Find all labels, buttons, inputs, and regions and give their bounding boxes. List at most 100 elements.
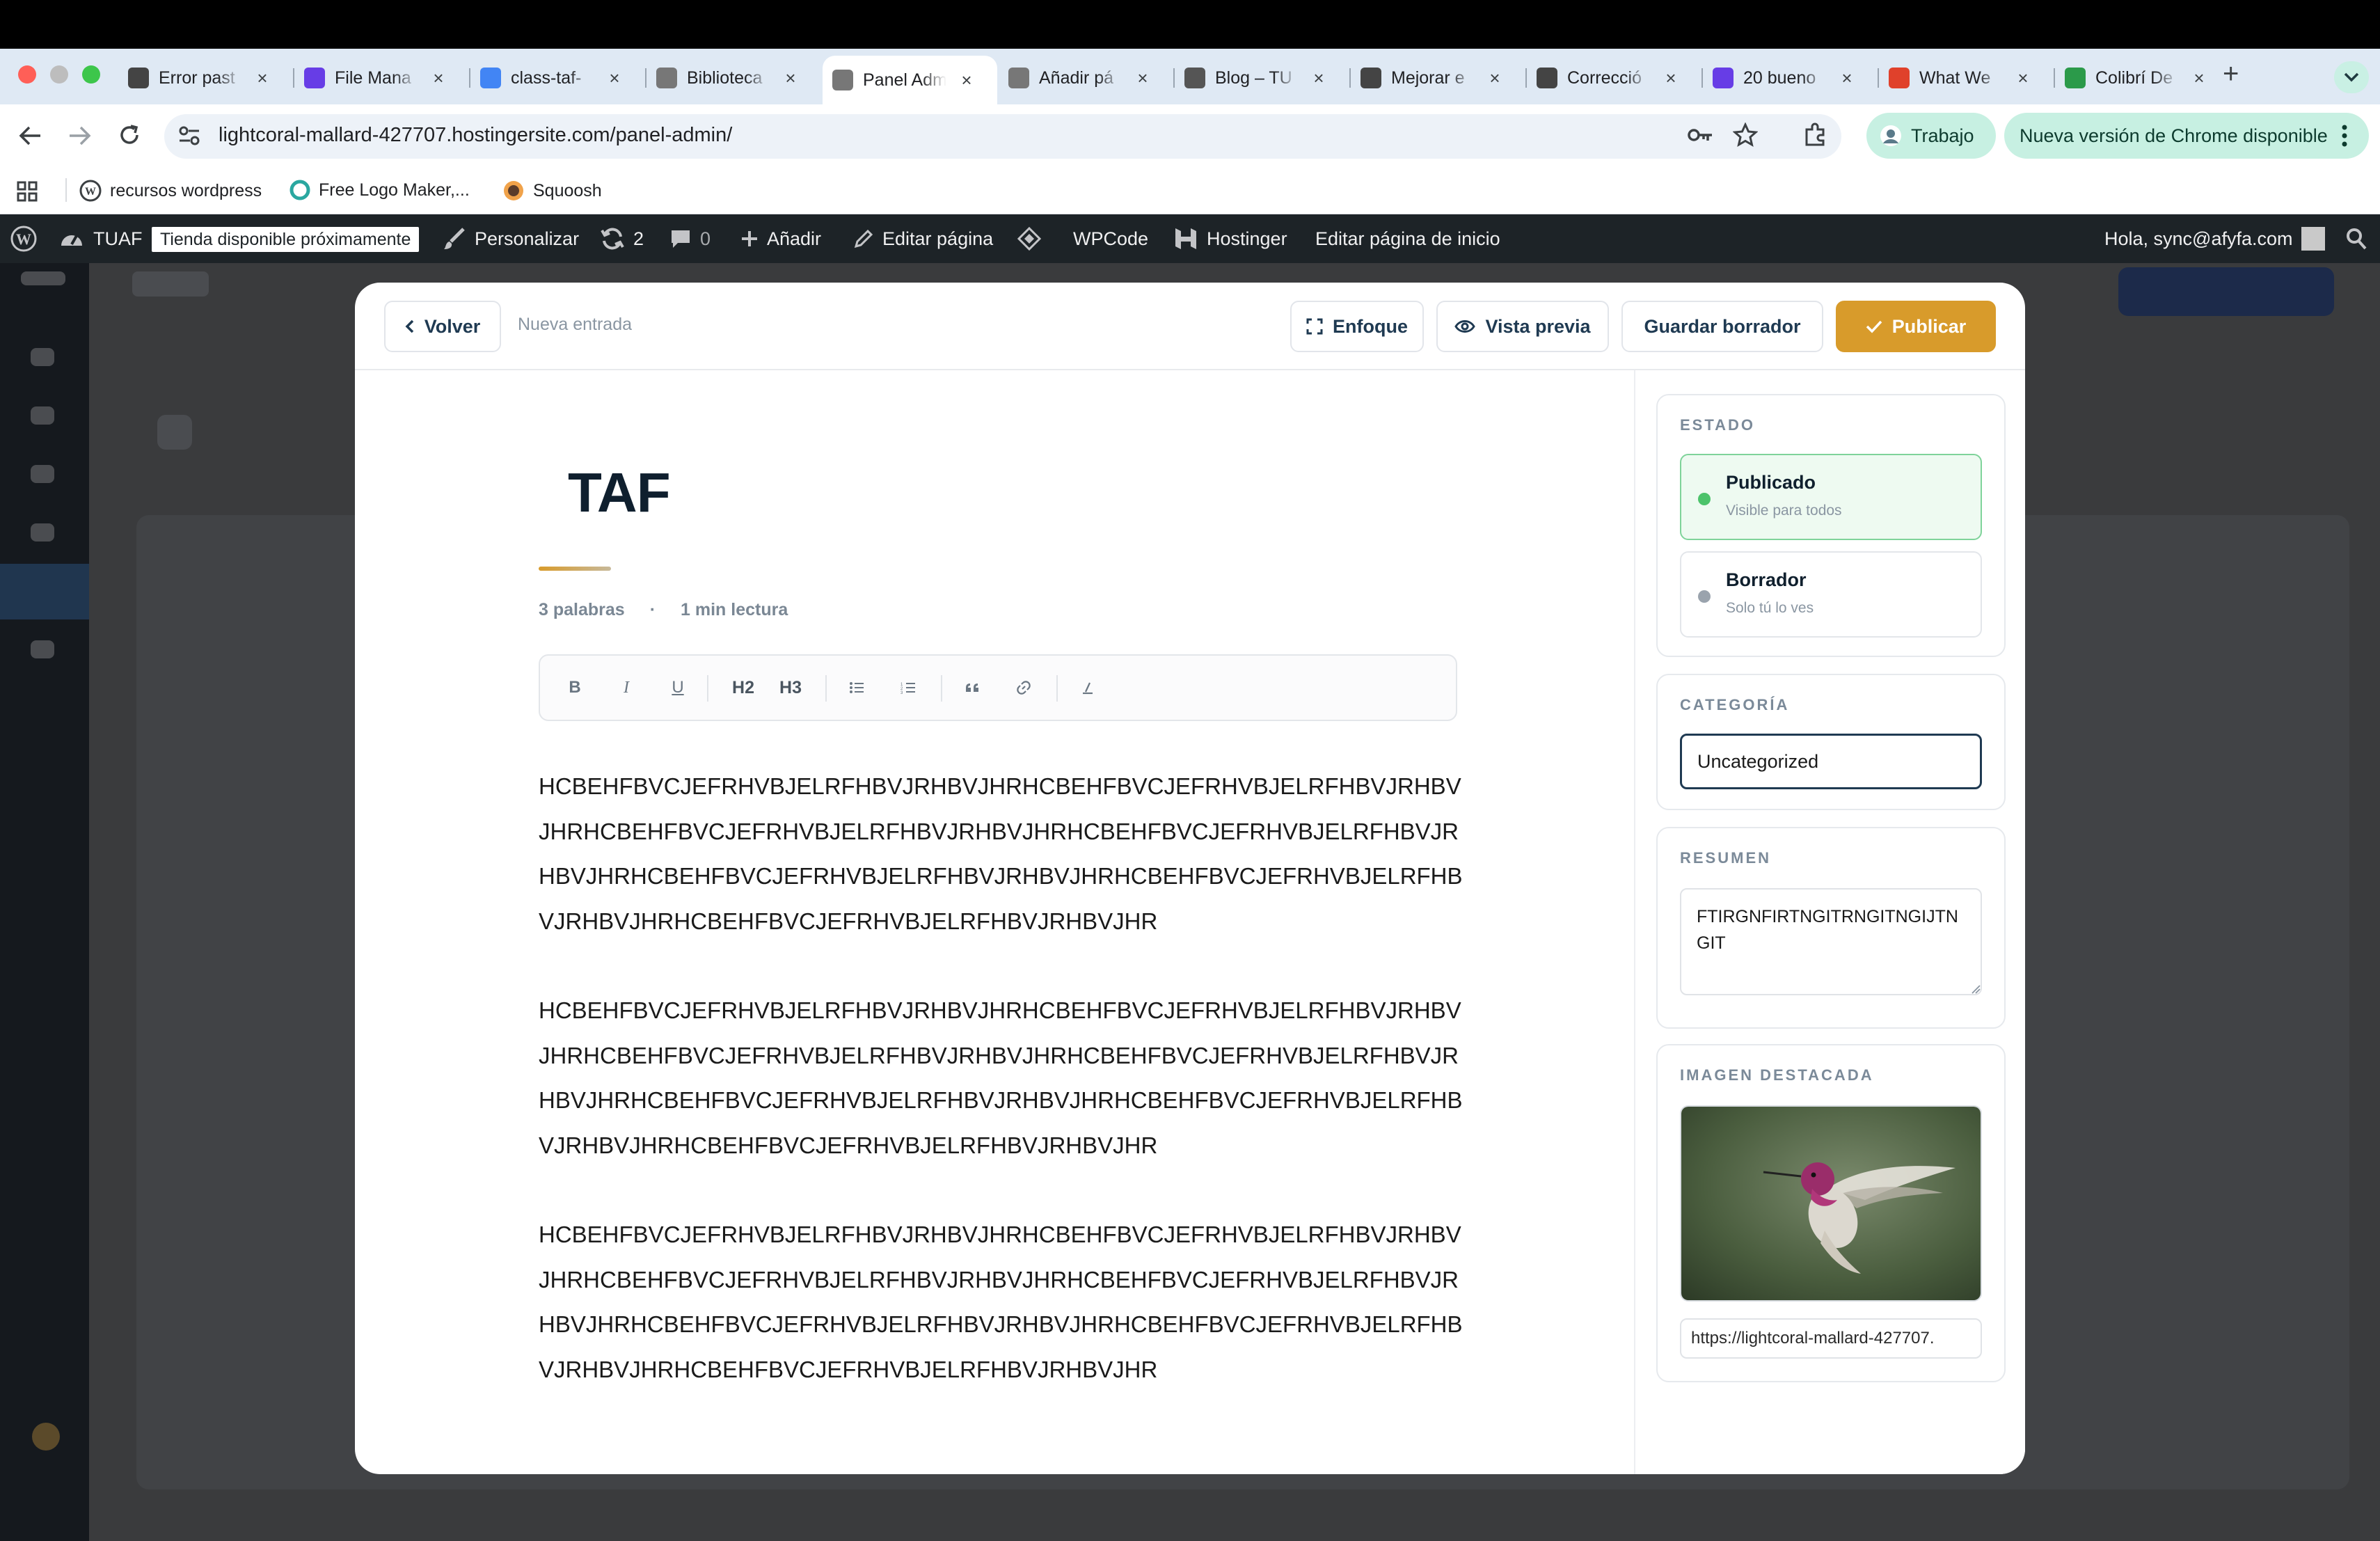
browser-tab[interactable]: Mejorar e × [1351, 57, 1525, 99]
content-paragraph[interactable]: HCBEHFBVCJEFRHVBJELRFHBVJRHBVJHRHCBEHFBV… [539, 1212, 1464, 1392]
featured-image-heading: IMAGEN DESTACADA [1680, 1066, 1874, 1084]
profile-avatar-icon [1879, 124, 1903, 148]
status-option-published[interactable]: Publicado Visible para todos [1680, 454, 1982, 540]
reload-icon[interactable] [118, 124, 141, 146]
heading3-button[interactable]: H3 [770, 656, 811, 720]
tab-close-icon[interactable]: × [956, 70, 977, 91]
site-name-menu[interactable]: TUAF [58, 214, 143, 263]
hostinger-logo-icon [1173, 226, 1198, 251]
store-status-badge[interactable]: Tienda disponible próximamente [152, 227, 420, 252]
bookmark-recursos-wordpress[interactable]: W recursos wordpress [79, 180, 262, 202]
diamond-menu[interactable] [1017, 214, 1041, 263]
bookmark-free-logo-maker[interactable]: Free Logo Maker,... [289, 180, 470, 200]
browser-tab[interactable]: Colibrí De × [2055, 57, 2230, 99]
tab-close-icon[interactable]: × [1484, 68, 1505, 89]
account-menu[interactable]: Hola, sync@afyfa.com [2104, 214, 2325, 263]
tab-close-icon[interactable]: × [1660, 68, 1681, 89]
resize-handle-icon[interactable] [1971, 984, 1981, 994]
new-tab-button[interactable]: + [2223, 58, 2239, 90]
edit-home-link[interactable]: Editar página de inicio [1315, 214, 1500, 263]
bold-button[interactable]: B [561, 656, 589, 720]
focus-button[interactable]: Enfoque [1290, 301, 1424, 352]
link-button[interactable] [1006, 656, 1041, 720]
pencil-icon [853, 228, 874, 249]
category-select[interactable]: Uncategorized [1680, 734, 1982, 789]
featured-image-card: IMAGEN DESTACADA https://lightcoral-mall… [1656, 1044, 2006, 1382]
browser-tab[interactable]: What We × [1879, 57, 2054, 99]
hummingbird-image [1681, 1107, 1981, 1300]
preview-button[interactable]: Vista previa [1436, 301, 1609, 352]
browser-tab[interactable]: Correcció × [1527, 57, 1701, 99]
wp-logo-menu[interactable]: W [10, 214, 38, 263]
browser-tab[interactable]: 20 bueno × [1703, 57, 1878, 99]
save-draft-button[interactable]: Guardar borrador [1621, 301, 1823, 352]
clear-format-button[interactable] [1070, 656, 1105, 720]
tab-close-icon[interactable]: × [1836, 68, 1857, 89]
excerpt-textarea[interactable]: FTIRGNFIRTNGITRNGITNGIJTNGIT [1680, 888, 1982, 995]
tab-close-icon[interactable]: × [1308, 68, 1329, 89]
tab-close-icon[interactable]: × [604, 68, 625, 89]
back-arrow-icon[interactable] [18, 125, 42, 146]
bullet-list-button[interactable] [839, 656, 874, 720]
numbered-list-button[interactable]: 123 [891, 656, 926, 720]
toolbar-divider [707, 675, 708, 702]
browser-tab[interactable]: class-taf- × [470, 57, 645, 99]
post-settings-sidebar: ESTADO Publicado Visible para todos Borr… [1634, 370, 2025, 1474]
tab-title: 20 bueno [1743, 68, 1816, 88]
browser-tab[interactable]: File Mana × [294, 57, 469, 99]
featured-image-preview[interactable] [1680, 1105, 1982, 1302]
sidebar-placeholder [31, 465, 54, 483]
toolbar-divider [825, 675, 827, 702]
extensions-puzzle-icon[interactable] [1802, 123, 1827, 148]
tab-title: Mejorar e [1391, 68, 1465, 88]
minimize-window-button[interactable] [50, 65, 68, 84]
browser-tab[interactable]: Blog – TU × [1175, 57, 1349, 99]
underline-button[interactable]: U [664, 656, 692, 720]
forward-arrow-icon[interactable] [68, 125, 92, 146]
password-key-icon[interactable] [1687, 125, 1713, 145]
admin-sidebar-dimmed [0, 263, 89, 1541]
browser-tab[interactable]: Biblioteca × [646, 57, 821, 99]
title-accent-line [539, 567, 611, 571]
tab-close-icon[interactable]: × [1132, 68, 1153, 89]
add-new-menu[interactable]: Añadir [740, 214, 821, 263]
word-count: 3 palabras [539, 600, 625, 619]
maximize-window-button[interactable] [82, 65, 100, 84]
hostinger-label: Hostinger [1207, 228, 1287, 249]
chrome-update-button[interactable]: Nueva versión de Chrome disponible [2004, 113, 2369, 159]
quote-button[interactable] [955, 656, 990, 720]
customize-link[interactable]: Personalizar [443, 214, 579, 263]
close-window-button[interactable] [18, 65, 36, 84]
content-paragraph[interactable]: HCBEHFBVCJEFRHVBJELRFHBVJRHBVJHRHCBEHFBV… [539, 764, 1464, 944]
hostinger-link[interactable]: Hostinger [1173, 214, 1287, 263]
image-url-input[interactable]: https://lightcoral-mallard-427707. [1680, 1318, 1982, 1359]
tab-close-icon[interactable]: × [2013, 68, 2033, 89]
heading2-button[interactable]: H2 [722, 656, 764, 720]
site-settings-icon[interactable] [178, 125, 200, 146]
browser-tab[interactable]: Añadir pá × [999, 57, 1173, 99]
tab-close-icon[interactable]: × [2189, 68, 2210, 89]
back-button[interactable]: Volver [384, 301, 501, 352]
browser-tab[interactable]: Error past × [118, 57, 293, 99]
bookmark-squoosh[interactable]: Squoosh [502, 180, 602, 202]
updates-link[interactable]: 2 [600, 214, 644, 263]
search-icon[interactable] [2345, 227, 2367, 251]
tab-close-icon[interactable]: × [780, 68, 801, 89]
profile-button[interactable]: Trabajo [1866, 113, 1996, 159]
bookmark-star-icon[interactable] [1733, 123, 1758, 148]
tab-title: class-taf- [511, 68, 582, 88]
edit-page-link[interactable]: Editar página [853, 214, 993, 263]
tab-close-icon[interactable]: × [428, 68, 449, 89]
browser-tab[interactable]: Panel Adm × [823, 56, 997, 104]
comments-link[interactable]: 0 [669, 214, 711, 263]
wpcode-link[interactable]: WPCode [1073, 214, 1148, 263]
status-option-draft[interactable]: Borrador Solo tú lo ves [1680, 551, 1982, 638]
publish-button[interactable]: Publicar [1836, 301, 1996, 352]
tab-search-button[interactable] [2334, 61, 2369, 93]
content-paragraph[interactable]: HCBEHFBVCJEFRHVBJELRFHBVJRHBVJHRHCBEHFBV… [539, 988, 1464, 1168]
apps-grid-icon[interactable] [17, 181, 38, 202]
post-title-input[interactable]: TAF [568, 461, 671, 525]
tab-close-icon[interactable]: × [252, 68, 273, 89]
openai-icon [1360, 68, 1381, 88]
italic-button[interactable]: I [612, 656, 640, 720]
